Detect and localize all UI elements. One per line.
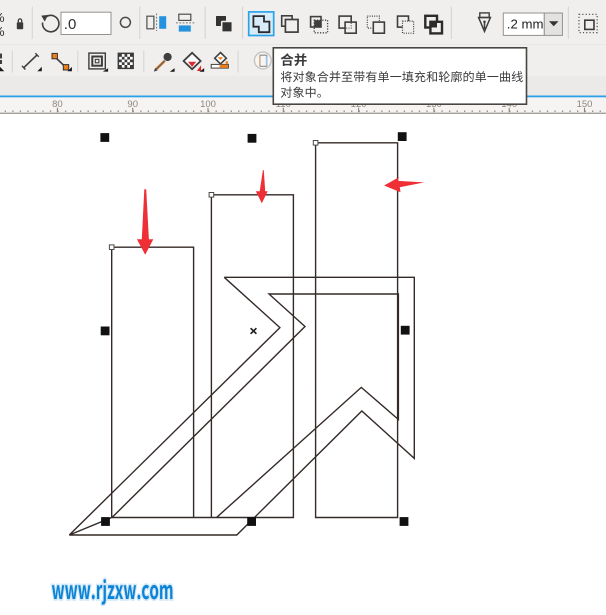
svg-text:%: % (0, 10, 5, 25)
svg-text:.2 mm: .2 mm (507, 17, 544, 32)
svg-text:%: % (0, 24, 5, 39)
svg-text:.0: .0 (64, 16, 77, 33)
